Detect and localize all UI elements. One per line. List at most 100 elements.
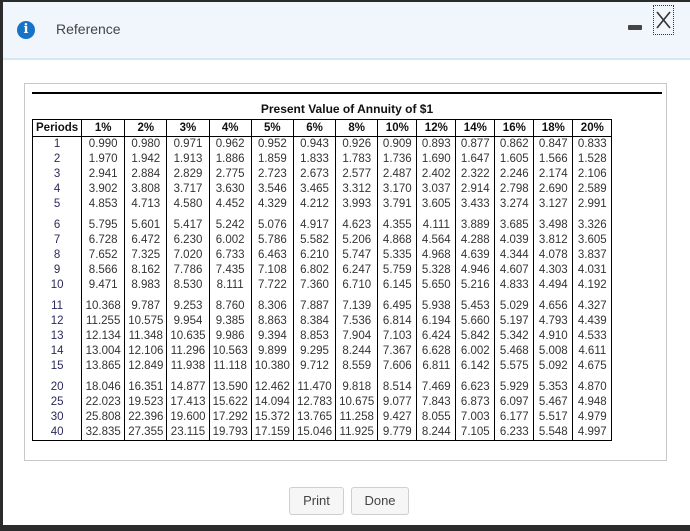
column-header-rate: 10% [377, 119, 418, 137]
value-cell: 4.192 [572, 278, 613, 293]
value-cell: 6.247 [335, 263, 379, 278]
value-cell: 10.368 [81, 293, 126, 314]
value-cell: 8.306 [250, 293, 294, 314]
value-cell: 17.413 [166, 395, 210, 410]
value-cell: 1.528 [572, 152, 613, 167]
value-cell: 6.463 [250, 248, 294, 263]
value-cell: 7.360 [292, 278, 337, 293]
column-header-rate: 6% [292, 119, 337, 137]
value-cell: 4.853 [81, 197, 126, 212]
value-cell: 5.216 [455, 278, 496, 293]
value-cell: 7.652 [81, 248, 126, 263]
period-cell: 1 [31, 136, 83, 152]
value-cell: 10.635 [166, 329, 210, 344]
value-cell: 3.717 [166, 182, 210, 197]
value-cell: 9.394 [250, 329, 294, 344]
table-row: 8 7.652 7.325 7.020 6.733 6.463 6.210 5.747 5.33… [31, 248, 613, 263]
value-cell: 0.862 [494, 136, 535, 152]
value-cell: 3.685 [494, 212, 535, 233]
value-cell: 8.530 [166, 278, 210, 293]
value-cell: 5.453 [455, 293, 496, 314]
period-cell: 10 [31, 278, 83, 293]
column-header-rate: 1% [81, 119, 126, 137]
value-cell: 6.002 [455, 344, 496, 359]
period-cell: 30 [31, 410, 83, 425]
value-cell: 6.194 [416, 314, 457, 329]
value-cell: 11.470 [292, 374, 337, 395]
value-cell: 5.795 [81, 212, 126, 233]
value-cell: 2.174 [533, 167, 574, 182]
value-cell: 3.837 [572, 248, 613, 263]
close-button[interactable] [653, 5, 674, 35]
value-cell: 4.607 [494, 263, 535, 278]
value-cell: 7.103 [377, 329, 418, 344]
value-cell: 13.590 [208, 374, 252, 395]
value-cell: 9.899 [250, 344, 294, 359]
value-cell: 4.623 [335, 212, 379, 233]
done-button[interactable]: Done [351, 487, 409, 515]
value-cell: 9.818 [335, 374, 379, 395]
value-cell: 7.105 [455, 425, 496, 441]
minimize-button[interactable] [628, 25, 642, 30]
value-cell: 4.833 [494, 278, 535, 293]
value-cell: 17.159 [250, 425, 294, 441]
value-cell: 5.759 [377, 263, 418, 278]
period-cell: 14 [31, 344, 83, 359]
value-cell: 12.106 [124, 344, 168, 359]
value-cell: 0.943 [292, 136, 337, 152]
value-cell: 19.793 [208, 425, 252, 441]
value-cell: 10.563 [208, 344, 252, 359]
table-row: 15 13.865 12.849 11.938 11.118 10.380 9.712 8.5… [31, 359, 613, 374]
period-cell: 13 [31, 329, 83, 344]
value-cell: 9.787 [124, 293, 168, 314]
value-cell: 6.811 [416, 359, 457, 374]
period-cell: 4 [31, 182, 83, 197]
value-cell: 5.076 [250, 212, 294, 233]
value-cell: 5.468 [494, 344, 535, 359]
value-cell: 7.536 [335, 314, 379, 329]
value-cell: 2.690 [533, 182, 574, 197]
table-row: 14 13.004 12.106 11.296 10.563 9.899 9.295 8.24… [31, 344, 613, 359]
value-cell: 9.427 [377, 410, 418, 425]
period-cell: 9 [31, 263, 83, 278]
value-cell: 5.242 [208, 212, 252, 233]
value-cell: 0.909 [377, 136, 418, 152]
value-cell: 13.004 [81, 344, 126, 359]
period-cell: 5 [31, 197, 83, 212]
value-cell: 7.786 [166, 263, 210, 278]
print-button[interactable]: Print [289, 487, 344, 515]
table-body: 1 0.990 0.980 0.971 0.962 0.952 0.943 0.926 0.90… [31, 136, 613, 441]
value-cell: 6.424 [416, 329, 457, 344]
period-cell: 2 [31, 152, 83, 167]
value-cell: 32.835 [81, 425, 126, 441]
table-row: 10 9.471 8.983 8.530 8.111 7.722 7.360 6.710 6.1… [31, 278, 613, 293]
value-cell: 14.877 [166, 374, 210, 395]
value-cell: 22.023 [81, 395, 126, 410]
value-cell: 2.775 [208, 167, 252, 182]
value-cell: 12.849 [124, 359, 168, 374]
reference-table-panel: Present Value of Annuity of $1 Periods 1%… [24, 83, 667, 461]
value-cell: 7.904 [335, 329, 379, 344]
value-cell: 6.230 [166, 233, 210, 248]
value-cell: 5.417 [166, 212, 210, 233]
value-cell: 7.139 [335, 293, 379, 314]
value-cell: 4.910 [533, 329, 574, 344]
column-header-rate: 8% [335, 119, 379, 137]
value-cell: 2.798 [494, 182, 535, 197]
value-cell: 18.046 [81, 374, 126, 395]
value-cell: 1.942 [124, 152, 168, 167]
column-header-rate: 5% [250, 119, 294, 137]
value-cell: 4.439 [572, 314, 613, 329]
value-cell: 10.575 [124, 314, 168, 329]
value-cell: 5.601 [124, 212, 168, 233]
value-cell: 11.938 [166, 359, 210, 374]
value-cell: 3.812 [533, 233, 574, 248]
value-cell: 2.884 [124, 167, 168, 182]
value-cell: 7.435 [208, 263, 252, 278]
value-cell: 3.630 [208, 182, 252, 197]
value-cell: 8.566 [81, 263, 126, 278]
period-cell: 8 [31, 248, 83, 263]
value-cell: 9.253 [166, 293, 210, 314]
value-cell: 6.002 [208, 233, 252, 248]
value-cell: 15.622 [208, 395, 252, 410]
